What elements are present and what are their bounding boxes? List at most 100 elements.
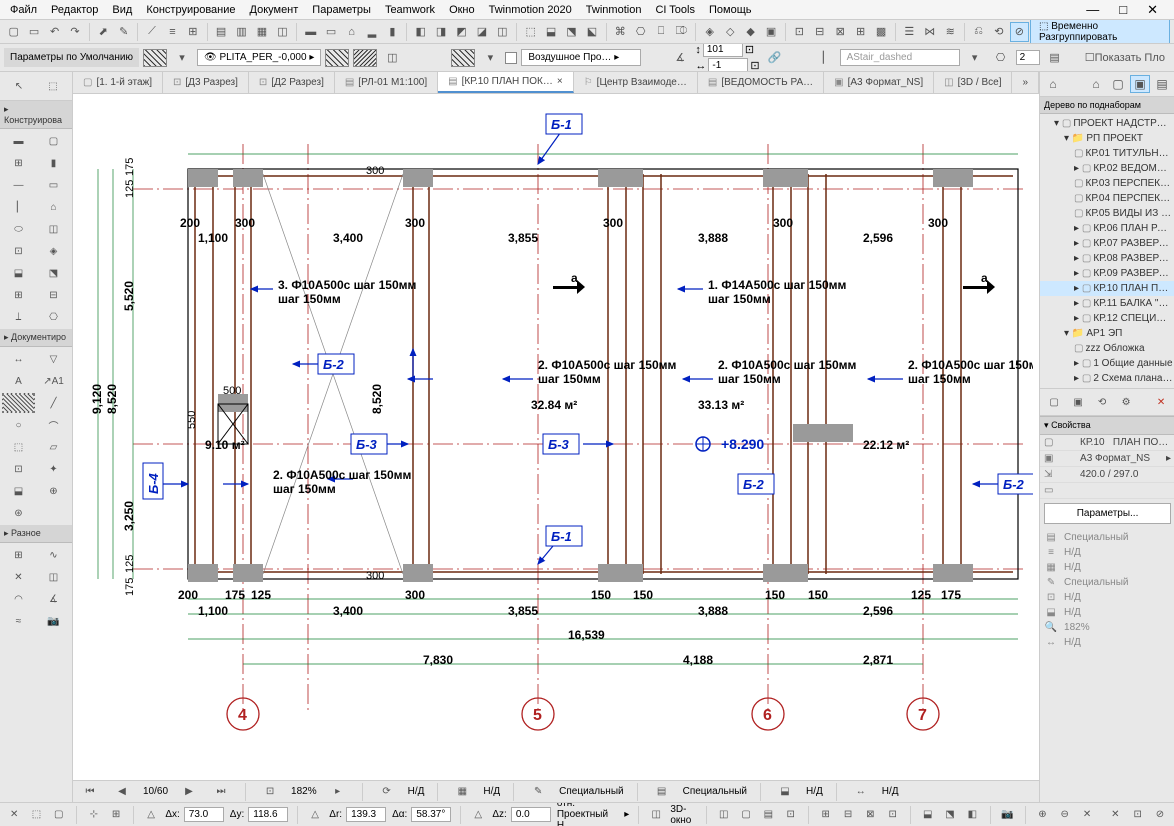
hatch-4[interactable] [451,49,475,67]
tree-kr01[interactable]: ▢КР.01 ТИТУЛЬНЫЙ ЛИ [1040,146,1174,161]
minimize-icon[interactable]: — [1080,0,1105,20]
color-swatch[interactable] [505,52,517,64]
ruler-icon[interactable]: ⟋ [142,22,161,42]
parameters-button[interactable]: Параметры... [1044,503,1171,524]
spline-tool[interactable]: ∿ [37,545,70,565]
menu-twinmotion2020[interactable]: Twinmotion 2020 [483,2,578,18]
tab-section-d2[interactable]: ⊡[Д2 Разрез] [249,72,335,93]
nav-project-icon[interactable]: ⌂ [1043,75,1063,93]
menu-file[interactable]: Файл [4,2,43,18]
tree-kr07[interactable]: ▸ ▢КР.07 РАЗВЕРТКА ПО [1040,236,1174,251]
text-tool[interactable]: A [2,371,35,391]
level-tool[interactable]: ▽ [37,349,70,369]
cover-selector[interactable]: Воздушное Про… ▸ [521,49,641,66]
trace-b-icon[interactable]: ⬔ [942,805,958,825]
3d-d-icon[interactable]: ⊡ [783,805,799,825]
grid-snap-icon[interactable]: ⊞ [108,805,124,825]
line-tool[interactable]: ╱ [37,393,70,413]
reno-input[interactable] [1016,50,1040,65]
tool-c-icon[interactable]: ◩ [452,22,471,42]
nav-map-icon[interactable]: ⌂ [1086,75,1106,93]
mesh-tool[interactable]: ⊞ [2,285,35,305]
wall-icon[interactable]: ▬ [301,22,320,42]
tool-o-icon[interactable]: ◇ [721,22,740,42]
hatch-2[interactable] [325,49,349,67]
menu-teamwork[interactable]: Teamwork [379,2,441,18]
tool-t-icon[interactable]: ⊠ [830,22,849,42]
default-params-button[interactable]: Параметры по Умолчанию [4,48,139,67]
layers-icon[interactable]: ▤ [211,22,230,42]
zoom-fit-icon[interactable]: ⊡ [259,782,281,802]
lock-x-icon[interactable]: ⊡ [750,59,759,72]
tool-k-icon[interactable]: ⎔ [631,22,650,42]
fill-tool[interactable] [2,393,35,413]
polar-icon[interactable]: △ [307,805,323,825]
worksheet-tool[interactable]: ⊕ [37,481,70,501]
new-layout-icon[interactable]: ▢ [1043,392,1065,412]
tool-f-icon[interactable]: ⬚ [521,22,540,42]
redo-icon[interactable]: ↷ [65,22,84,42]
tool-a-icon[interactable]: ◧ [411,22,430,42]
tool-l-icon[interactable]: ⎕ [651,22,670,42]
next-page-icon[interactable]: ▶ [178,782,200,802]
menu-edit[interactable]: Редактор [45,2,104,18]
misc-c-icon[interactable]: ✕ [1079,805,1095,825]
tab-3d[interactable]: ◫[3D / Все] [934,72,1012,93]
tool-s-icon[interactable]: ⊟ [810,22,829,42]
3d-b-icon[interactable]: ▢ [738,805,754,825]
tree-kr06[interactable]: ▸ ▢КР.06 ПЛАН РАСПОЛО [1040,221,1174,236]
figure-tool[interactable]: ◫ [37,567,70,587]
tool-n-icon[interactable]: ◈ [700,22,719,42]
tool-p-icon[interactable]: ◆ [741,22,760,42]
grid-icon[interactable]: ⊞ [183,22,202,42]
circle-tool[interactable]: ○ [2,415,35,435]
tracker-close-icon[interactable]: ✕ [6,805,22,825]
material-icon[interactable]: ◫ [381,48,403,68]
prop-format[interactable]: ▣А3 Формат_NS▸ [1040,451,1174,467]
brush-icon[interactable]: ✎ [114,22,133,42]
tool-h-icon[interactable]: ⬔ [562,22,581,42]
tree-kr12[interactable]: ▸ ▢КР.12 СПЕЦИФИКАЦИ [1040,311,1174,326]
slab-tool[interactable]: ▭ [37,175,70,195]
hatch-3[interactable] [353,49,377,67]
door-tool[interactable]: ▢ [37,131,70,151]
morph-tool[interactable]: ◈ [37,241,70,261]
dim-tool[interactable]: ↔ [2,349,35,369]
tool-m-icon[interactable]: ⎄ [672,22,691,42]
elev-tool[interactable]: ✦ [37,459,70,479]
tool-q-icon[interactable]: ▣ [761,22,780,42]
tree-kr10[interactable]: ▸ ▢КР.10 ПЛАН ПОКРЫТ [1040,281,1174,296]
nav-d-icon[interactable]: ⊡ [885,805,901,825]
3d-cube-icon[interactable]: ◫ [648,805,664,825]
polyline-tool[interactable]: ⬚ [2,437,35,457]
menu-options[interactable]: Параметры [306,2,377,18]
menu-twinmotion[interactable]: Twinmotion [580,2,648,18]
intel-tool[interactable]: ⬓ [2,481,35,501]
dim-std-icon[interactable]: ↔ [850,782,872,802]
maximize-icon[interactable]: □ [1113,0,1133,20]
column-tool[interactable]: ▮ [37,153,70,173]
zoom-drop-icon[interactable]: ▸ [327,782,349,802]
stair-opt-icon[interactable]: ▾ [964,48,986,68]
first-page-icon[interactable]: ⏮ [79,782,101,802]
shell-tool[interactable]: ⬭ [2,219,35,239]
tree-general[interactable]: ▸ ▢1 Общие данные [1040,356,1174,371]
tab-layout-rl01[interactable]: ▤[РЛ-01 M1:100] [335,72,438,93]
misc-b-icon[interactable]: ⊖ [1057,805,1073,825]
zone-tool[interactable]: ⬔ [37,263,70,283]
menu-window[interactable]: Окно [443,2,481,18]
new-master-icon[interactable]: ▣ [1067,392,1089,412]
tool-g-icon[interactable]: ⬓ [541,22,560,42]
tool-i-icon[interactable]: ⬕ [582,22,601,42]
nav-b-icon[interactable]: ⊟ [840,805,856,825]
tree-kr03[interactable]: ▢КР.03 ПЕРСПЕКТИВНЫ [1040,176,1174,191]
prev-page-icon[interactable]: ◀ [111,782,133,802]
3d-c-icon[interactable]: ▤ [760,805,776,825]
ref-group[interactable]: отн. Проектный Н… ▸ [557,802,629,826]
tool-w-icon[interactable]: ☰ [900,22,919,42]
marquee-tool[interactable]: ⬚ [38,76,68,96]
coord-x-input[interactable] [708,58,748,72]
open-icon[interactable]: ▭ [24,22,43,42]
pen-set[interactable]: Специальный [559,786,623,797]
angle-icon[interactable]: ∡ [669,48,691,68]
